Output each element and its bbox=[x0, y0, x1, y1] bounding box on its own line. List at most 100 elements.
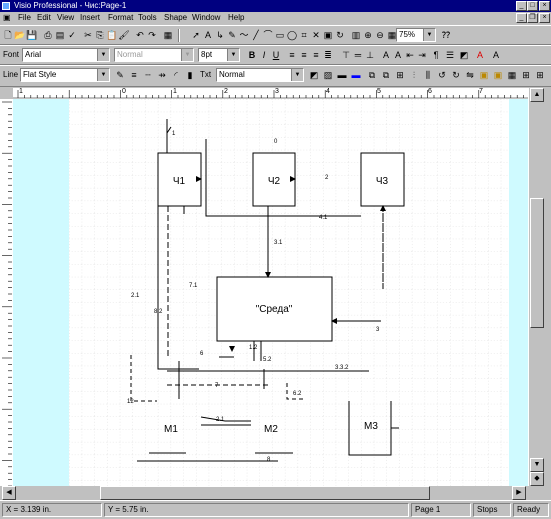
align-top-icon[interactable]: ⊤ bbox=[340, 49, 352, 61]
chevron-down-icon[interactable]: ▼ bbox=[97, 49, 109, 61]
spelling-icon[interactable]: ✓ bbox=[66, 29, 78, 41]
fill-shadow-icon[interactable]: ▬ bbox=[336, 69, 348, 81]
minimize-button[interactable]: _ bbox=[516, 1, 527, 11]
bring-front-icon[interactable]: ⧉ bbox=[366, 69, 378, 81]
align-shapes-icon[interactable]: ⫶ bbox=[408, 69, 420, 81]
corner-rounding-icon[interactable]: ◜ bbox=[170, 69, 182, 81]
reroute-icon[interactable]: ⊞ bbox=[534, 69, 546, 81]
doc-restore-button[interactable]: ❐ bbox=[527, 13, 538, 23]
route-icon[interactable]: ⊞ bbox=[520, 69, 532, 81]
rectangle-tool-icon[interactable]: ▭ bbox=[274, 29, 286, 41]
style-combo[interactable]: Normal ▼ bbox=[114, 48, 194, 62]
italic-button[interactable]: I bbox=[258, 49, 270, 61]
menu-file[interactable]: File bbox=[18, 13, 31, 23]
connector-a-icon[interactable]: ▣ bbox=[478, 69, 490, 81]
layer-properties-icon[interactable]: ▥ bbox=[350, 29, 362, 41]
increase-font-icon[interactable]: A bbox=[392, 49, 404, 61]
line-ends-icon[interactable]: ⇸ bbox=[156, 69, 168, 81]
line-weight-icon[interactable]: ≡ bbox=[128, 69, 140, 81]
pencil-tool-icon[interactable]: ✎ bbox=[226, 29, 238, 41]
copy-icon[interactable]: ⎘ bbox=[94, 29, 106, 41]
scroll-left-button[interactable]: ◀ bbox=[2, 486, 16, 500]
layout-icon[interactable]: ▦ bbox=[506, 69, 518, 81]
chevron-down-icon[interactable]: ▼ bbox=[227, 49, 239, 61]
rotation-tool-icon[interactable]: ↻ bbox=[334, 29, 346, 41]
font-color-icon[interactable]: A bbox=[474, 49, 486, 61]
close-button[interactable]: × bbox=[539, 1, 550, 11]
ellipse-tool-icon[interactable]: ◯ bbox=[286, 29, 298, 41]
menu-edit[interactable]: Edit bbox=[37, 13, 51, 23]
decrease-font-icon[interactable]: A bbox=[380, 49, 392, 61]
rotate-left-icon[interactable]: ↺ bbox=[436, 69, 448, 81]
align-center-icon[interactable]: ≡ bbox=[298, 49, 310, 61]
decrease-indent-icon[interactable]: ⇤ bbox=[404, 49, 416, 61]
zoom-combo[interactable]: 75% ▼ bbox=[396, 28, 436, 42]
align-bottom-icon[interactable]: ⊥ bbox=[364, 49, 376, 61]
line-tool-icon[interactable]: ╱ bbox=[250, 29, 262, 41]
line-pattern-icon[interactable]: ┄ bbox=[142, 69, 154, 81]
print-preview-icon[interactable]: ▤ bbox=[54, 29, 66, 41]
underline-button[interactable]: U bbox=[270, 49, 282, 61]
scroll-up-button[interactable]: ▲ bbox=[530, 88, 544, 102]
fill-color-blue-icon[interactable]: ▬ bbox=[350, 69, 362, 81]
stencil-icon[interactable]: ▦ bbox=[162, 29, 174, 41]
menu-tools[interactable]: Tools bbox=[138, 13, 157, 23]
crop-tool-icon[interactable]: ⌗ bbox=[298, 29, 310, 41]
paragraph-spacing-icon[interactable]: ¶ bbox=[430, 49, 442, 61]
chevron-down-icon[interactable]: ▼ bbox=[181, 49, 193, 61]
bold-button[interactable]: B bbox=[246, 49, 258, 61]
cut-icon[interactable]: ✂ bbox=[82, 29, 94, 41]
shadow-icon[interactable]: ▮ bbox=[184, 69, 196, 81]
distribute-icon[interactable]: ⫼ bbox=[422, 69, 434, 81]
redo-icon[interactable]: ↷ bbox=[146, 29, 158, 41]
line-style-combo[interactable]: Flat Style ▼ bbox=[20, 68, 110, 82]
menu-format[interactable]: Format bbox=[108, 13, 133, 23]
font-size-combo[interactable]: 8pt ▼ bbox=[198, 48, 240, 62]
fill-color-icon[interactable]: ◩ bbox=[458, 49, 470, 61]
increase-indent-icon[interactable]: ⇥ bbox=[416, 49, 428, 61]
drawing-canvas[interactable]: Ч1 Ч2 Ч3 "Среда" М1 М2 М3 1 0 2 4.1 3.1 … bbox=[13, 99, 528, 486]
stamp-tool-icon[interactable]: ▣ bbox=[322, 29, 334, 41]
scroll-right-button[interactable]: ▶ bbox=[512, 486, 526, 500]
menu-help[interactable]: Help bbox=[228, 13, 244, 23]
menu-window[interactable]: Window bbox=[192, 13, 220, 23]
align-left-icon[interactable]: ≡ bbox=[286, 49, 298, 61]
menu-view[interactable]: View bbox=[57, 13, 74, 23]
maximize-button[interactable]: □ bbox=[527, 1, 538, 11]
text-tool-icon[interactable]: A bbox=[202, 29, 214, 41]
group-icon[interactable]: ⊞ bbox=[394, 69, 406, 81]
doc-close-button[interactable]: × bbox=[539, 13, 550, 23]
page-nav-button[interactable]: ◆ bbox=[530, 472, 544, 486]
doc-icon[interactable]: ▣ bbox=[3, 13, 11, 23]
zoom-out-icon[interactable]: ⊖ bbox=[374, 29, 386, 41]
menu-insert[interactable]: Insert bbox=[80, 13, 100, 23]
connector-tool-icon[interactable]: ↳ bbox=[214, 29, 226, 41]
font-combo[interactable]: Arial ▼ bbox=[22, 48, 110, 62]
chevron-down-icon[interactable]: ▼ bbox=[423, 29, 435, 41]
doc-minimize-button[interactable]: _ bbox=[516, 13, 527, 23]
help-icon[interactable]: ⁇ bbox=[440, 29, 452, 41]
format-painter-icon[interactable]: 🖌 bbox=[118, 29, 130, 41]
paste-icon[interactable]: 📋 bbox=[106, 29, 118, 41]
chevron-down-icon[interactable]: ▼ bbox=[291, 69, 303, 81]
justify-icon[interactable]: ≣ bbox=[322, 49, 334, 61]
line-color-icon[interactable]: ✎ bbox=[114, 69, 126, 81]
arc-tool-icon[interactable]: ⌒ bbox=[262, 29, 274, 41]
visio-app-icon[interactable] bbox=[2, 2, 10, 10]
rotate-right-icon[interactable]: ↻ bbox=[450, 69, 462, 81]
text-style-combo[interactable]: Normal ▼ bbox=[216, 68, 304, 82]
send-back-icon[interactable]: ⧉ bbox=[380, 69, 392, 81]
vertical-scroll-thumb[interactable] bbox=[530, 198, 544, 328]
print-icon[interactable]: ⎙ bbox=[42, 29, 54, 41]
undo-icon[interactable]: ↶ bbox=[134, 29, 146, 41]
horizontal-scrollbar[interactable]: ◀ ▶ bbox=[0, 486, 551, 500]
vertical-scrollbar[interactable]: ▲ ▼ ◆ bbox=[528, 88, 545, 486]
drawing-page[interactable]: Ч1 Ч2 Ч3 "Среда" М1 М2 М3 1 0 2 4.1 3.1 … bbox=[69, 99, 509, 486]
text-block-icon[interactable]: A bbox=[490, 49, 502, 61]
save-icon[interactable]: 💾 bbox=[26, 29, 38, 41]
bullets-icon[interactable]: ☰ bbox=[444, 49, 456, 61]
flip-icon[interactable]: ⇋ bbox=[464, 69, 476, 81]
chevron-down-icon[interactable]: ▼ bbox=[97, 69, 109, 81]
align-right-icon[interactable]: ≡ bbox=[310, 49, 322, 61]
connector-b-icon[interactable]: ▣ bbox=[492, 69, 504, 81]
